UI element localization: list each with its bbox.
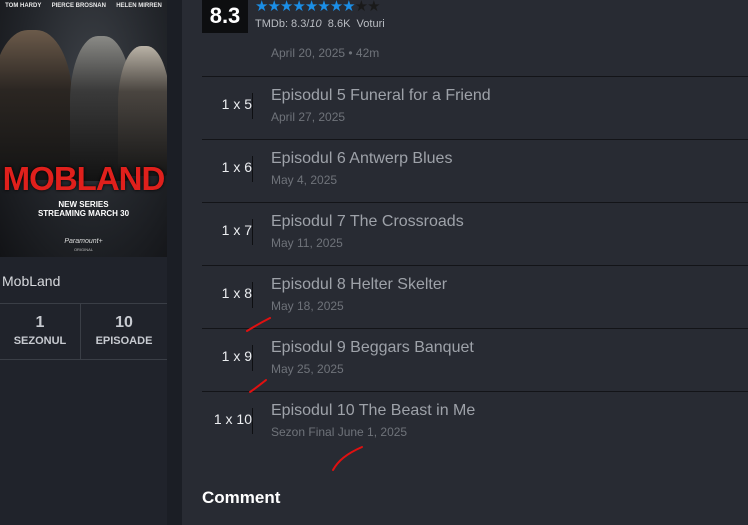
episode-divider (252, 408, 253, 434)
poster-brand-sub: ORIGINAL (73, 247, 94, 252)
episode-divider (252, 282, 253, 308)
episode-date: April 27, 2025 (271, 110, 346, 124)
votes-label: Voturi (356, 18, 385, 30)
rating-score: 8.3 (202, 0, 248, 33)
episode-divider (252, 156, 253, 182)
star-empty-icon[interactable]: ★ (367, 0, 380, 15)
episode-divider (252, 345, 253, 371)
episodes-count: 10 (115, 314, 133, 331)
episode-row[interactable]: 1 x 9 Episodul 9 Beggars Banquet May 25,… (202, 329, 748, 392)
episode-title-link[interactable]: Episodul 10 The Beast in Me (271, 402, 475, 420)
star-filled-icon[interactable]: ★ (330, 0, 343, 15)
star-filled-icon[interactable]: ★ (280, 0, 293, 15)
episode-title-link[interactable]: Episodul 9 Beggars Banquet (271, 339, 474, 357)
episode-row[interactable]: 1 x 8 Episodul 8 Helter Skelter May 18, … (202, 266, 748, 329)
episode-date: Sezon Final June 1, 2025 (271, 425, 408, 439)
star-filled-icon[interactable]: ★ (292, 0, 305, 15)
seasons-label: SEZONUL (13, 335, 67, 347)
show-poster[interactable]: TOM HARDY PIERCE BROSNAN HELEN MIRREN MO… (0, 0, 167, 257)
sidebar: TOM HARDY PIERCE BROSNAN HELEN MIRREN MO… (0, 0, 167, 525)
episode-date: May 25, 2025 (271, 362, 344, 376)
episode-date: April 20, 2025 • 42m (271, 46, 380, 60)
comment-heading: Comment (202, 488, 281, 507)
star-filled-icon[interactable]: ★ (317, 0, 330, 15)
star-empty-icon[interactable]: ★ (355, 0, 368, 15)
poster-tagline: STREAMING MARCH 30 (37, 209, 130, 218)
episodes-label: EPISOADE (95, 335, 153, 347)
episode-number: 1 x 10 (213, 411, 252, 427)
main-panel: 8.3 ★★★★★★★★★★ TMDb: 8.3/10 8.6K Voturi … (182, 0, 748, 525)
tmdb-rating-line: TMDb: 8.3/10 8.6K Voturi (255, 18, 385, 30)
episode-number: 1 x 6 (221, 159, 252, 175)
star-filled-icon[interactable]: ★ (305, 0, 318, 15)
episode-number: 1 x 5 (221, 96, 252, 112)
episode-title-link[interactable]: Episodul 5 Funeral for a Friend (271, 87, 491, 105)
episode-row[interactable]: 1 x 6 Episodul 6 Antwerp Blues May 4, 20… (202, 140, 748, 203)
episode-number: 1 x 8 (221, 285, 252, 301)
episode-row[interactable]: 1 x 10 Episodul 10 The Beast in Me Sezon… (202, 392, 748, 455)
star-filled-icon[interactable]: ★ (267, 0, 280, 15)
show-stats: 1 SEZONUL 10 EPISOADE (0, 303, 167, 360)
page: TOM HARDY PIERCE BROSNAN HELEN MIRREN MO… (0, 0, 748, 525)
episode-date: May 4, 2025 (271, 173, 338, 187)
poster-tagline: NEW SERIES (58, 200, 109, 209)
poster-actor: HELEN MIRREN (116, 3, 162, 9)
episode-divider (252, 93, 253, 119)
seasons-stat: 1 SEZONUL (0, 304, 80, 359)
episode-date: May 18, 2025 (271, 299, 344, 313)
votes-count: 8.6K (327, 18, 351, 30)
poster-actor: PIERCE BROSNAN (51, 3, 106, 9)
episode-date: May 11, 2025 (271, 236, 343, 250)
show-name: MobLand (2, 273, 61, 289)
episode-list: April 20, 2025 • 42m 1 x 5 Episodul 5 Fu… (202, 39, 748, 455)
episode-title-link[interactable]: Episodul 8 Helter Skelter (271, 276, 447, 294)
poster-actor: TOM HARDY (5, 3, 42, 9)
episode-number: 1 x 7 (221, 222, 252, 238)
star-filled-icon[interactable]: ★ (342, 0, 355, 15)
poster-title: MOBLAND (2, 160, 166, 197)
episode-row[interactable]: April 20, 2025 • 42m (202, 39, 748, 77)
episode-divider (252, 219, 253, 245)
poster-actor-names: TOM HARDY PIERCE BROSNAN HELEN MIRREN (0, 3, 167, 10)
episode-number: 1 x 9 (221, 348, 252, 364)
tmdb-label: TMDb: 8.3/ (255, 18, 310, 30)
rating-stars[interactable]: ★★★★★★★★★★ (255, 0, 381, 15)
poster-figure (0, 30, 72, 180)
episode-title-link[interactable]: Episodul 6 Antwerp Blues (271, 150, 452, 168)
episodes-stat: 10 EPISOADE (80, 304, 167, 359)
seasons-count: 1 (35, 314, 45, 331)
star-filled-icon[interactable]: ★ (255, 0, 268, 15)
poster-figure (118, 46, 167, 176)
tmdb-max: 10 (309, 18, 322, 30)
episode-row[interactable]: 1 x 5 Episodul 5 Funeral for a Friend Ap… (202, 77, 748, 140)
episode-row[interactable]: 1 x 7 Episodul 7 The Crossroads May 11, … (202, 203, 748, 266)
poster-brand-logo: Paramount+ (64, 238, 103, 245)
episode-title-link[interactable]: Episodul 7 The Crossroads (271, 213, 464, 231)
